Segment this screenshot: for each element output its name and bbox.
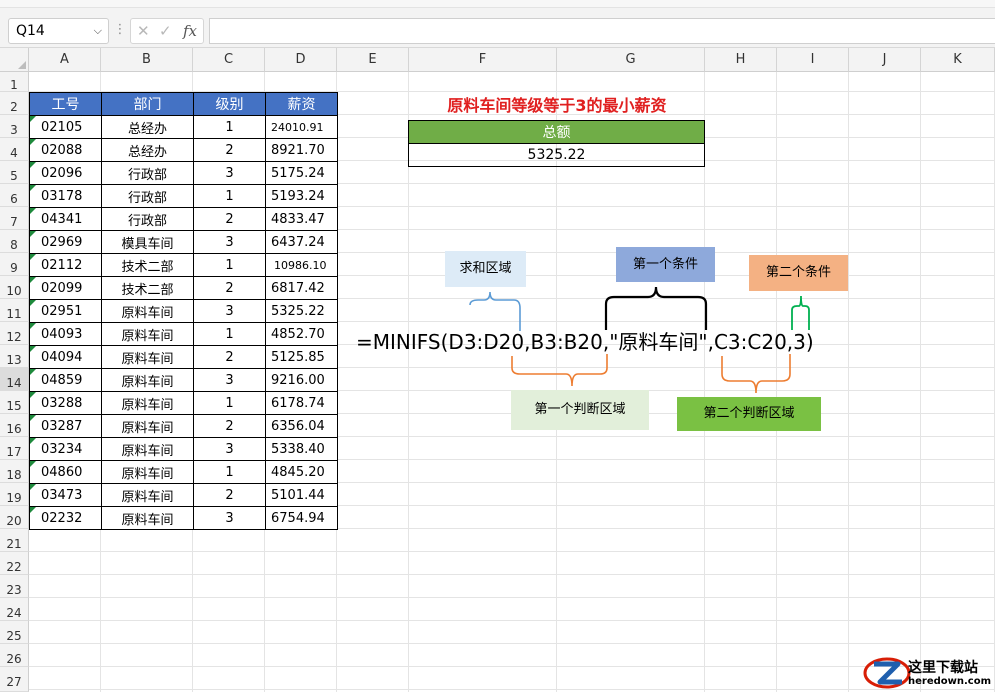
- formula-example: =MINIFS(D3:D20,B3:B20,"原料车间",C3:C20,3): [356, 330, 814, 354]
- criteria-range2-brace: [721, 354, 791, 394]
- criteria2-brace: [791, 295, 810, 330]
- criteria1-brace: [604, 286, 708, 330]
- criteria-range1-brace: [511, 354, 608, 387]
- watermark-logo: 这里下载站 heredown.com: [862, 655, 995, 692]
- watermark-url: heredown.com: [908, 676, 992, 687]
- watermark-title: 这里下载站: [908, 660, 978, 676]
- sum-range-brace: [469, 291, 521, 331]
